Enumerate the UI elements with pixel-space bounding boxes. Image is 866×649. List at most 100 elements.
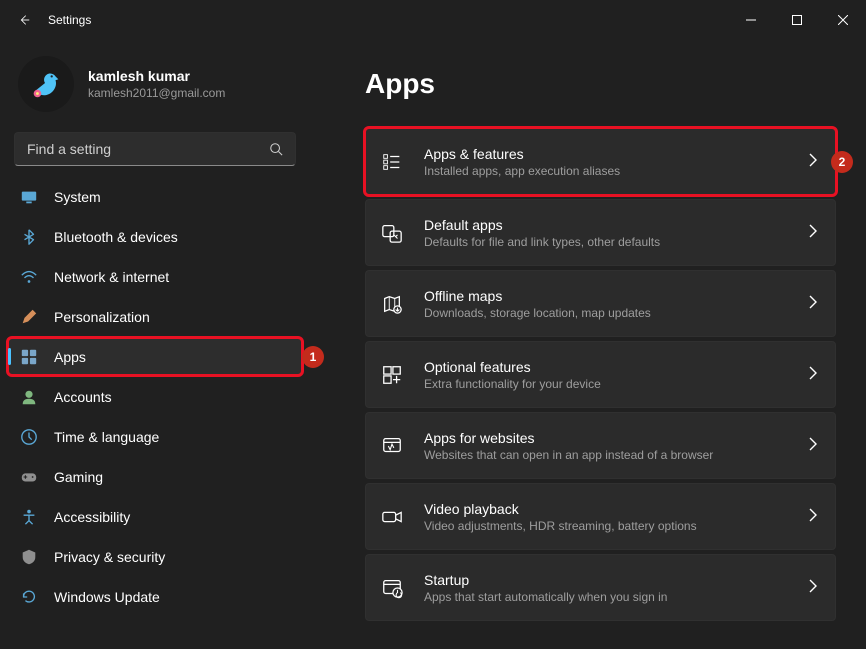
card-title: Video playback bbox=[424, 501, 789, 517]
privacy-icon bbox=[20, 548, 38, 566]
default-apps-icon bbox=[380, 221, 404, 245]
chevron-right-icon bbox=[809, 579, 817, 596]
accounts-icon bbox=[20, 388, 38, 406]
close-icon bbox=[838, 15, 848, 25]
sidebar-item-label: Apps bbox=[54, 349, 86, 365]
card-title: Default apps bbox=[424, 217, 789, 233]
card-text: Video playback Video adjustments, HDR str… bbox=[424, 501, 789, 533]
sidebar-item-time-language[interactable]: Time & language bbox=[8, 418, 302, 455]
apps-websites-icon bbox=[380, 434, 404, 458]
accessibility-icon bbox=[20, 508, 38, 526]
maximize-button[interactable] bbox=[774, 4, 820, 36]
sidebar-item-label: Personalization bbox=[54, 309, 150, 325]
sidebar-item-accounts[interactable]: Accounts bbox=[8, 378, 302, 415]
back-button[interactable] bbox=[8, 4, 40, 36]
window-title: Settings bbox=[48, 13, 91, 27]
sidebar-item-label: System bbox=[54, 189, 101, 205]
search-icon bbox=[269, 142, 283, 156]
chevron-right-icon bbox=[809, 224, 817, 241]
minimize-icon bbox=[746, 15, 756, 25]
chevron-right-icon bbox=[809, 366, 817, 383]
sidebar-item-label: Network & internet bbox=[54, 269, 169, 285]
card-apps-for-websites[interactable]: Apps for websitesWebsites that can open … bbox=[365, 412, 836, 479]
card-title: Offline maps bbox=[424, 288, 789, 304]
card-text: Apps & features Installed apps, app execu… bbox=[424, 146, 789, 178]
startup-icon bbox=[380, 576, 404, 600]
update-icon bbox=[20, 588, 38, 606]
sidebar-item-apps[interactable]: Apps1 bbox=[8, 338, 302, 375]
card-subtitle: Extra functionality for your device bbox=[424, 377, 789, 391]
card-optional-features[interactable]: Optional features Extra functionality for… bbox=[365, 341, 836, 408]
apps-features-icon bbox=[380, 150, 404, 174]
avatar bbox=[18, 56, 74, 112]
sidebar-item-windows-update[interactable]: Windows Update bbox=[8, 578, 302, 615]
step-badge: 1 bbox=[302, 346, 324, 368]
profile-section[interactable]: kamlesh kumar kamlesh2011@gmail.com bbox=[8, 50, 302, 128]
offline-maps-icon bbox=[380, 292, 404, 316]
time-icon bbox=[20, 428, 38, 446]
arrow-left-icon bbox=[17, 13, 31, 27]
sidebar-item-gaming[interactable]: Gaming bbox=[8, 458, 302, 495]
profile-text: kamlesh kumar kamlesh2011@gmail.com bbox=[88, 68, 225, 100]
chevron-right-icon bbox=[809, 153, 817, 170]
system-icon bbox=[20, 188, 38, 206]
search-box[interactable] bbox=[14, 132, 296, 166]
card-title: Optional features bbox=[424, 359, 789, 375]
main-panel: Apps Apps & features Installed apps, app … bbox=[310, 40, 866, 649]
card-title: Apps & features bbox=[424, 146, 789, 162]
sidebar-item-personalization[interactable]: Personalization bbox=[8, 298, 302, 335]
card-offline-maps[interactable]: Offline maps Downloads, storage location,… bbox=[365, 270, 836, 337]
sidebar-item-label: Privacy & security bbox=[54, 549, 165, 565]
card-text: Default apps Defaults for file and link t… bbox=[424, 217, 789, 249]
sidebar-nav: System Bluetooth & devices Network & inter… bbox=[8, 178, 302, 615]
profile-email: kamlesh2011@gmail.com bbox=[88, 86, 225, 100]
chevron-right-icon bbox=[809, 508, 817, 525]
card-subtitle: Downloads, storage location, map updates bbox=[424, 306, 789, 320]
maximize-icon bbox=[792, 15, 802, 25]
sidebar-item-privacy-security[interactable]: Privacy & security bbox=[8, 538, 302, 575]
card-text: Optional features Extra functionality for… bbox=[424, 359, 789, 391]
sidebar-item-network-internet[interactable]: Network & internet bbox=[8, 258, 302, 295]
close-button[interactable] bbox=[820, 4, 866, 36]
sidebar-item-accessibility[interactable]: Accessibility bbox=[8, 498, 302, 535]
card-title: Startup bbox=[424, 572, 789, 588]
card-apps-features[interactable]: Apps & features Installed apps, app execu… bbox=[365, 128, 836, 195]
personalization-icon bbox=[20, 308, 38, 326]
chevron-right-icon bbox=[809, 437, 817, 454]
step-badge: 2 bbox=[831, 151, 853, 173]
sidebar-item-system[interactable]: System bbox=[8, 178, 302, 215]
search-input[interactable] bbox=[27, 141, 269, 157]
chevron-right-icon bbox=[809, 295, 817, 312]
card-default-apps[interactable]: Default apps Defaults for file and link t… bbox=[365, 199, 836, 266]
card-startup[interactable]: Startup Apps that start automatically whe… bbox=[365, 554, 836, 621]
avatar-bird-icon bbox=[27, 65, 65, 103]
minimize-button[interactable] bbox=[728, 4, 774, 36]
profile-name: kamlesh kumar bbox=[88, 68, 225, 84]
page-title: Apps bbox=[365, 68, 836, 100]
card-subtitle: Websites that can open in an app instead… bbox=[424, 448, 789, 462]
card-subtitle: Video adjustments, HDR streaming, batter… bbox=[424, 519, 789, 533]
network-icon bbox=[20, 268, 38, 286]
sidebar-item-label: Time & language bbox=[54, 429, 159, 445]
gaming-icon bbox=[20, 468, 38, 486]
card-video-playback[interactable]: Video playback Video adjustments, HDR str… bbox=[365, 483, 836, 550]
optional-features-icon bbox=[380, 363, 404, 387]
video-playback-icon bbox=[380, 505, 404, 529]
sidebar-item-label: Windows Update bbox=[54, 589, 160, 605]
sidebar-item-label: Gaming bbox=[54, 469, 103, 485]
card-text: Offline maps Downloads, storage location,… bbox=[424, 288, 789, 320]
sidebar-item-label: Bluetooth & devices bbox=[54, 229, 178, 245]
apps-icon bbox=[20, 348, 38, 366]
sidebar: kamlesh kumar kamlesh2011@gmail.com Syst… bbox=[0, 40, 310, 649]
card-subtitle: Apps that start automatically when you s… bbox=[424, 590, 789, 604]
settings-cards: Apps & features Installed apps, app execu… bbox=[365, 128, 836, 621]
sidebar-item-label: Accessibility bbox=[54, 509, 130, 525]
card-text: Startup Apps that start automatically whe… bbox=[424, 572, 789, 604]
sidebar-item-bluetooth-devices[interactable]: Bluetooth & devices bbox=[8, 218, 302, 255]
bluetooth-icon bbox=[20, 228, 38, 246]
sidebar-item-label: Accounts bbox=[54, 389, 112, 405]
card-subtitle: Installed apps, app execution aliases bbox=[424, 164, 789, 178]
card-text: Apps for websitesWebsites that can open … bbox=[424, 430, 789, 462]
card-subtitle: Defaults for file and link types, other … bbox=[424, 235, 789, 249]
titlebar: Settings bbox=[0, 0, 866, 40]
